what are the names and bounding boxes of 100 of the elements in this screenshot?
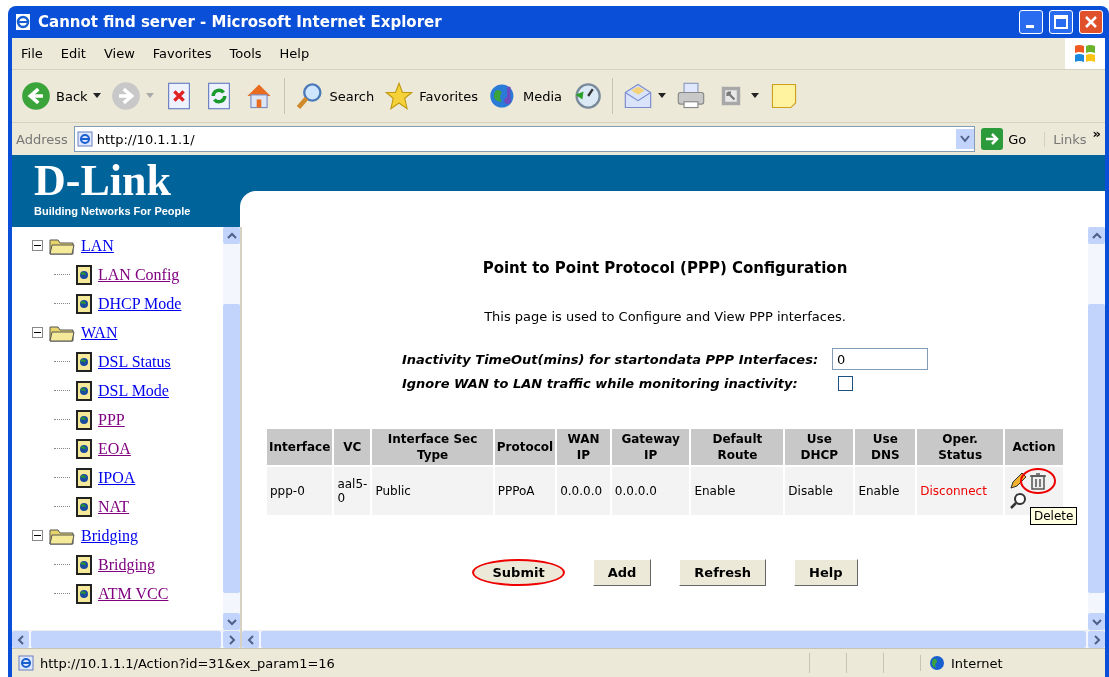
tree-link[interactable]: ATM VCC	[98, 584, 169, 603]
setting-label: Inactivity TimeOut(mins) for startondata PPP Interfaces:	[401, 351, 819, 367]
horizontal-scrollbar[interactable]	[12, 630, 240, 648]
tree-link[interactable]: DSL Status	[98, 352, 171, 371]
scroll-left-button[interactable]	[12, 631, 29, 648]
scroll-up-button[interactable]	[1088, 227, 1105, 244]
collapse-icon[interactable]	[32, 240, 43, 251]
column-header: Interface	[267, 429, 333, 465]
page-icon	[76, 554, 92, 575]
column-header: WAN IP	[557, 429, 610, 465]
column-header: Default Route	[691, 429, 784, 465]
tree-link[interactable]: WAN	[81, 323, 118, 342]
close-button[interactable]	[1079, 10, 1103, 34]
caret-icon	[92, 93, 101, 99]
page-icon	[76, 409, 92, 430]
column-header: Use DNS	[855, 429, 916, 465]
table-cell: aal5-0	[334, 467, 371, 515]
scroll-down-button[interactable]	[1088, 613, 1105, 630]
scroll-right-button[interactable]	[223, 631, 240, 648]
table-cell: Disable	[785, 467, 854, 515]
collapse-icon[interactable]	[32, 327, 43, 338]
page-title: Point to Point Protocol (PPP) Configuration	[482, 259, 848, 277]
page-icon	[76, 131, 93, 147]
timeout-field[interactable]: 0	[832, 348, 929, 370]
printer-icon	[676, 81, 706, 111]
maximize-button[interactable]	[1049, 10, 1073, 34]
column-header: Oper. Status	[917, 429, 1003, 465]
address-label: Address	[16, 131, 68, 147]
column-header: Gateway IP	[611, 429, 690, 465]
table-cell: PPPoA	[494, 467, 556, 515]
page-icon	[76, 467, 92, 488]
search-button[interactable]: Search	[291, 79, 378, 113]
scroll-left-button[interactable]	[242, 631, 259, 648]
tree-link[interactable]: PPP	[98, 410, 125, 429]
menu-item[interactable]: Favorites	[143, 46, 221, 61]
page-icon	[18, 655, 34, 671]
tree-link[interactable]: EOA	[98, 439, 131, 458]
table-cell: Enable	[855, 467, 916, 515]
horizontal-scrollbar[interactable]	[242, 630, 1105, 648]
tree-link[interactable]: Bridging	[81, 526, 138, 545]
tree-link[interactable]: LAN	[81, 236, 114, 255]
help-button[interactable]: Help	[794, 559, 858, 586]
page-icon	[76, 496, 92, 517]
menu-item[interactable]: Tools	[220, 46, 271, 61]
scroll-up-button[interactable]	[223, 227, 240, 244]
add-button[interactable]: Add	[592, 559, 652, 586]
minimize-icon	[1025, 24, 1034, 28]
status-text: http://10.1.1.1/Action?id=31&ex_param1=16	[40, 655, 336, 671]
table-cell: Enable	[691, 467, 784, 515]
star-icon	[384, 81, 415, 111]
vertical-scrollbar[interactable]	[223, 227, 240, 630]
column-header: Action	[1004, 429, 1063, 465]
checkbox[interactable]	[838, 376, 854, 391]
tree-link[interactable]: Bridging	[98, 555, 155, 574]
tree-link[interactable]: NAT	[98, 497, 130, 516]
pencil-icon[interactable]	[1007, 471, 1028, 491]
favorites-button[interactable]: Favorites	[381, 79, 481, 113]
media-button[interactable]: Media	[484, 79, 565, 113]
folder-icon	[49, 323, 75, 342]
table-cell: Public	[372, 467, 493, 515]
window-title: Cannot find server - Microsoft Internet Explorer	[38, 13, 443, 31]
ie-icon	[14, 13, 32, 31]
tree-link[interactable]: DHCP Mode	[98, 294, 182, 313]
tree-link[interactable]: IPOA	[98, 468, 136, 487]
submit-button[interactable]: Submit	[472, 559, 565, 586]
tree-link[interactable]: DSL Mode	[98, 381, 169, 400]
minimize-button[interactable]	[1019, 10, 1043, 34]
collapse-icon[interactable]	[32, 530, 43, 541]
page-icon	[76, 438, 92, 459]
trash-icon[interactable]	[1027, 471, 1048, 491]
vertical-scrollbar[interactable]	[1088, 227, 1105, 630]
scroll-right-button[interactable]	[1088, 631, 1105, 648]
column-header: Interface Sec Type	[372, 429, 493, 465]
more-button[interactable]: »	[1092, 126, 1101, 141]
menu-item[interactable]: View	[94, 46, 144, 61]
status-cell: Disconnect	[917, 467, 1003, 515]
links-button[interactable]: Links	[1044, 131, 1087, 147]
page-icon	[76, 293, 92, 314]
page-description: This page is used to Configure and View PPP interfaces.	[484, 309, 846, 324]
menu-item[interactable]: File	[12, 46, 52, 61]
envelope-icon	[623, 81, 653, 111]
tree-link[interactable]: LAN Config	[98, 265, 180, 284]
column-header: Use DHCP	[785, 429, 854, 465]
maximize-icon	[1054, 15, 1068, 29]
dropdown-icon[interactable]	[959, 134, 972, 144]
clock-icon	[572, 81, 602, 111]
refresh-button[interactable]: Refresh	[679, 559, 767, 586]
column-header: Protocol	[494, 429, 556, 465]
back-button[interactable]: Back	[18, 79, 104, 113]
windows-flag-icon	[1073, 42, 1097, 65]
address-field[interactable]: http://10.1.1.1/	[73, 126, 976, 152]
menu-item[interactable]: Edit	[51, 46, 95, 61]
page-icon	[76, 264, 92, 285]
folder-icon	[49, 526, 75, 545]
caret-icon	[658, 93, 666, 99]
scroll-down-button[interactable]	[223, 613, 240, 630]
menu-item[interactable]: Help	[270, 46, 319, 61]
go-button[interactable]: Go	[981, 128, 1039, 150]
page-icon	[76, 583, 92, 604]
folder-icon	[49, 236, 75, 255]
